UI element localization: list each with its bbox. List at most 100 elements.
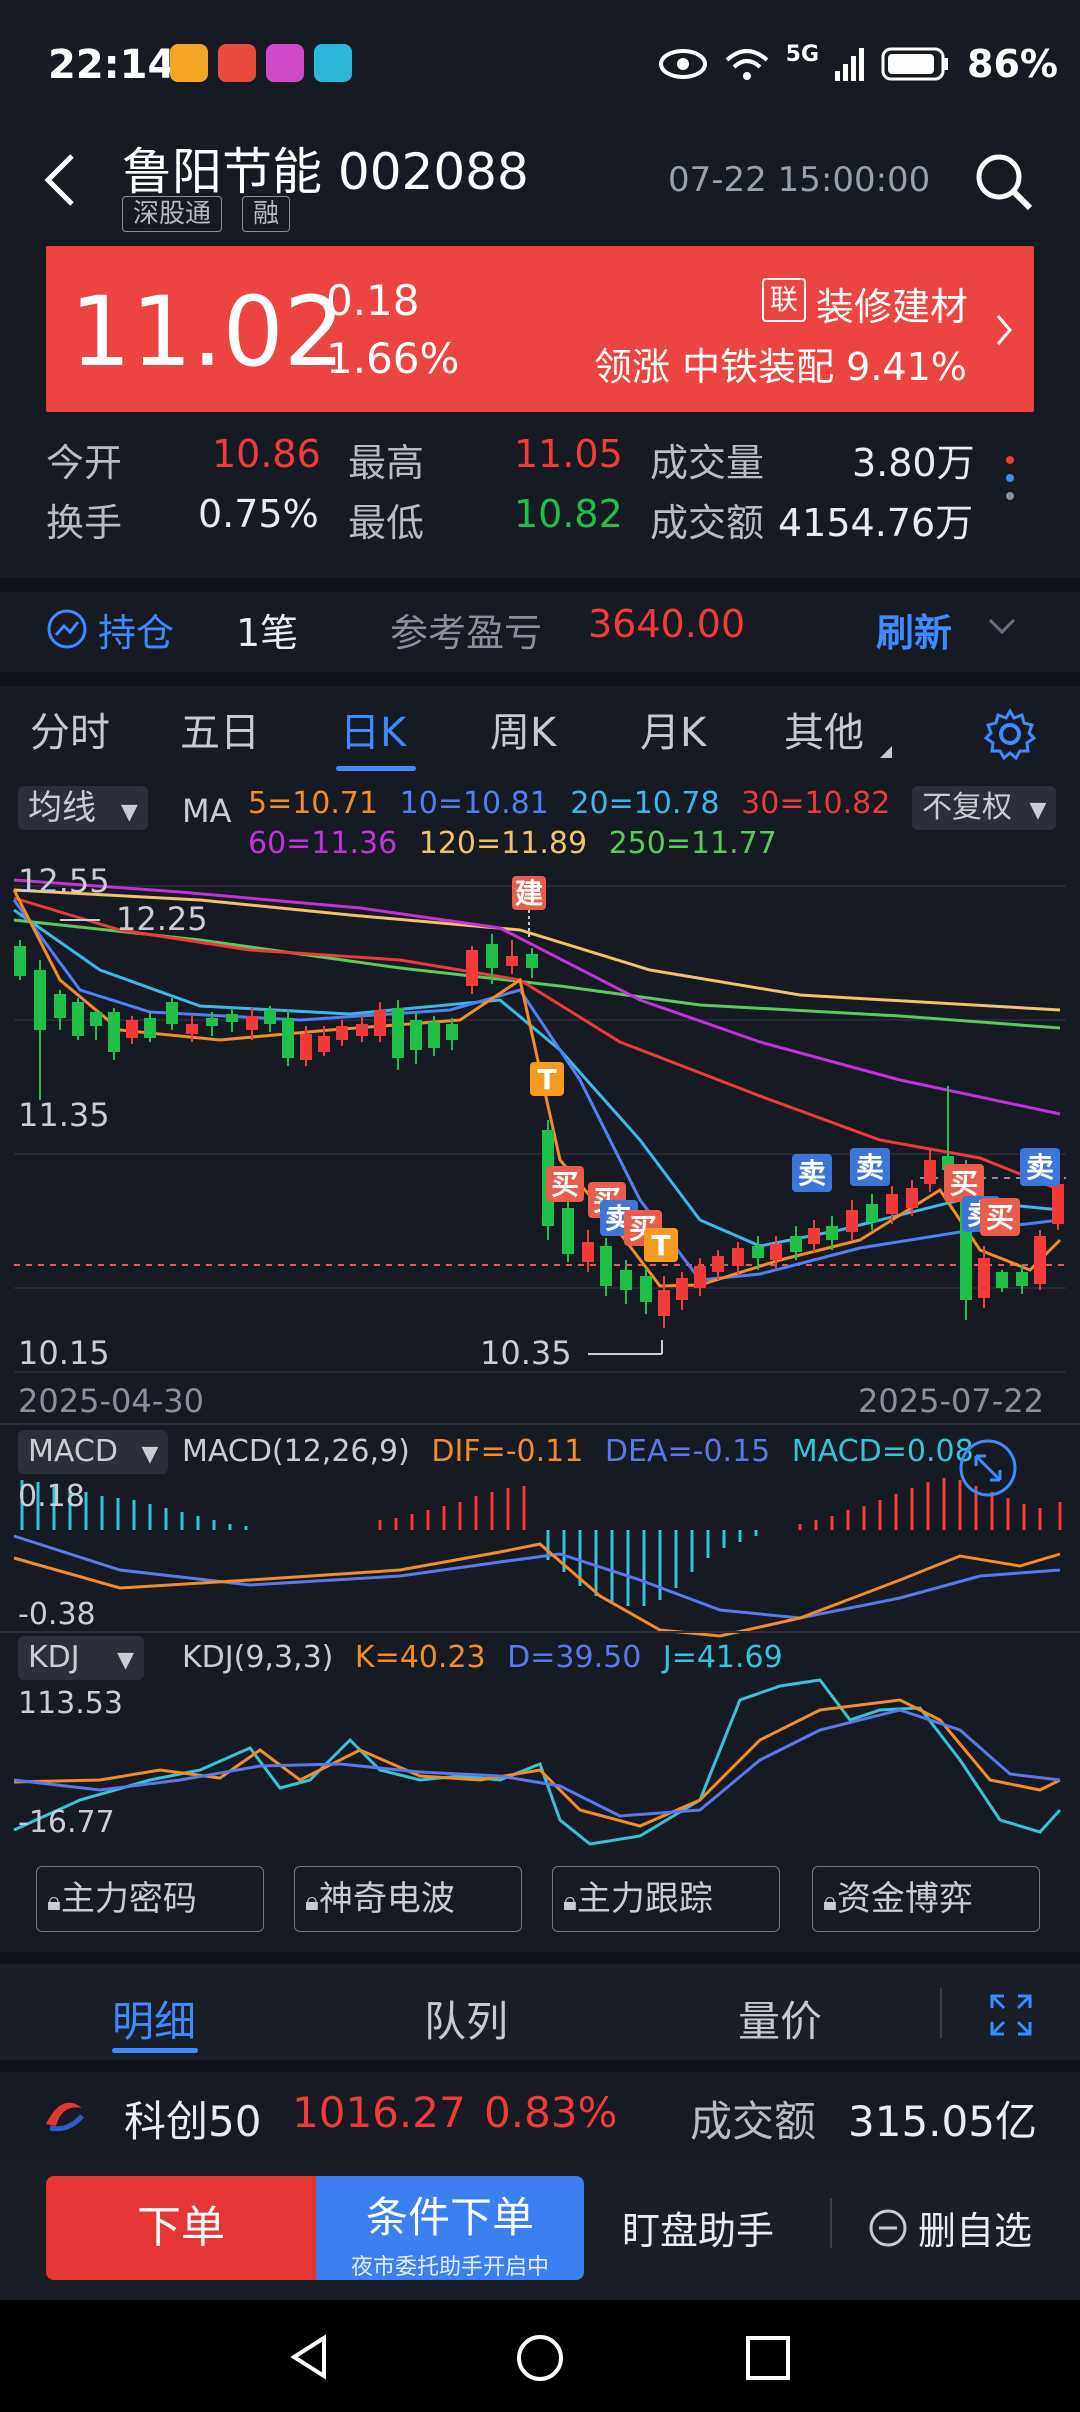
ma60-value: 60=11.36: [248, 826, 398, 861]
gear-icon[interactable]: [984, 708, 1036, 760]
pnl-label: 参考盈亏: [390, 611, 543, 655]
main-force-tracking-button[interactable]: 🔒︎主力跟踪: [552, 1866, 780, 1932]
ma10-value: 10=10.81: [399, 786, 549, 821]
tab-weekly-k[interactable]: 周K: [490, 700, 556, 758]
tab-five-day[interactable]: 五日: [180, 700, 260, 758]
kline-tabs: 分时 五日 日K 周K 月K 其他: [0, 700, 1080, 771]
tab-queue[interactable]: 队列: [424, 1988, 508, 2049]
price-low-mark: 10.35: [480, 1334, 572, 1372]
conditional-order-button[interactable]: 条件下单 夜市委托助手开启中: [316, 2176, 584, 2280]
tab-monthly-k[interactable]: 月K: [640, 700, 706, 758]
adjust-label: 不复权: [922, 790, 1012, 825]
stock-name: 鲁阳节能: [122, 143, 322, 201]
macd-axis-top: 0.18: [18, 1479, 85, 1514]
notification-icons: [170, 44, 352, 82]
ma-values-row2: 60=11.36 120=11.89 250=11.77: [248, 826, 777, 861]
kdj-select[interactable]: KDJ ▼: [18, 1636, 145, 1680]
more-dots-icon[interactable]: [1000, 452, 1020, 508]
macd-values: MACD(12,26,9) DIF=-0.11 DEA=-0.15 MACD=0…: [182, 1434, 974, 1469]
t-marker-label: T: [651, 1229, 670, 1262]
stats-grid: 今开 10.86 最高 11.05 成交量 3.80万 换手 0.75% 最低 …: [46, 432, 1046, 545]
holding-bar: 持仓 1笔 参考盈亏 3640.00 刷新: [46, 602, 1046, 662]
price-change-pct: 1.66%: [326, 334, 460, 383]
search-icon[interactable]: [972, 150, 1036, 214]
date-end: 2025-07-22: [858, 1382, 1044, 1420]
chevron-down-icon: ▼: [117, 1648, 135, 1673]
turnover-value: 0.75%: [198, 492, 319, 536]
ma-values-row1: 5=10.71 10=10.81 20=10.78 30=10.82: [248, 786, 890, 821]
sell-marker-label: 卖: [798, 1157, 826, 1190]
minus-circle-icon: [869, 2209, 907, 2246]
back-arrow-icon[interactable]: [40, 150, 80, 210]
holding-label[interactable]: 持仓: [98, 602, 174, 657]
chevron-down-icon: ▼: [141, 1442, 159, 1467]
main-force-code-button[interactable]: 🔒︎主力密码: [36, 1866, 264, 1932]
magic-wave-button[interactable]: 🔒︎神奇电波: [294, 1866, 522, 1932]
sector-tag: 联: [762, 278, 806, 322]
ma5-value: 5=10.71: [248, 786, 379, 821]
macd-value: MACD=0.08: [791, 1434, 974, 1469]
buy-marker-label: 买: [986, 1201, 1014, 1234]
fullscreen-icon[interactable]: [988, 1992, 1034, 2038]
kdj-axis-bottom: -16.77: [18, 1805, 115, 1840]
index-amount-label: 成交额: [690, 2097, 817, 2146]
ma-select[interactable]: 均线 ▼: [18, 786, 148, 830]
remove-watchlist-button[interactable]: 删自选: [868, 2200, 1032, 2255]
high-label: 最高: [348, 441, 425, 485]
chevron-down-icon: ▼: [120, 800, 138, 825]
chevron-right-icon[interactable]: [994, 312, 1014, 348]
eye-icon: [658, 49, 707, 79]
trend-circle-icon: [47, 609, 87, 649]
order-button[interactable]: 下单: [46, 2176, 316, 2280]
lock-icon: 🔒︎: [823, 1887, 837, 1917]
macd-select[interactable]: MACD ▼: [18, 1430, 169, 1474]
refresh-button[interactable]: 刷新: [876, 602, 952, 657]
battery-level: 86%: [967, 42, 1058, 86]
triangle-corner-icon: [880, 746, 892, 758]
battery-icon: [881, 47, 949, 81]
app-notification-icon: [218, 44, 256, 82]
kdj-j: J=41.69: [662, 1640, 783, 1675]
status-right: 5G 86%: [658, 42, 1058, 86]
sector-name[interactable]: 装修建材: [816, 276, 968, 331]
ma30-line: [13, 896, 1061, 1192]
tab-detail[interactable]: 明细: [112, 1988, 196, 2049]
low-value: 10.82: [514, 492, 623, 536]
ma120-value: 120=11.89: [418, 826, 588, 861]
chevron-down-icon: ▼: [1029, 798, 1047, 823]
build-marker-label: 建: [515, 877, 543, 910]
monitor-assistant-button[interactable]: 盯盘助手: [622, 2200, 774, 2255]
tab-intraday[interactable]: 分时: [30, 700, 110, 758]
date-start: 2025-04-30: [18, 1382, 204, 1420]
kdj-d: D=39.50: [507, 1640, 642, 1675]
app-notification-icon: [314, 44, 352, 82]
stock-code: 002088: [337, 143, 529, 201]
index-logo-icon: [46, 2102, 84, 2132]
fund-game-button[interactable]: 🔒︎资金博弈: [812, 1866, 1040, 1932]
high-value: 11.05: [514, 432, 623, 476]
tab-volume-price[interactable]: 量价: [738, 1988, 822, 2049]
chevron-down-icon[interactable]: [986, 616, 1018, 638]
kdj-axis-top: 113.53: [18, 1686, 123, 1721]
nav-home-icon[interactable]: [514, 2332, 566, 2384]
nav-back-icon[interactable]: [284, 2332, 334, 2382]
index-pct: 0.83%: [484, 2088, 618, 2137]
feature-label: 资金博弈: [836, 1879, 973, 1919]
t-marker-label: T: [537, 1063, 556, 1096]
ma20-value: 20=10.78: [570, 786, 720, 821]
tab-other[interactable]: 其他: [784, 700, 864, 758]
action-separator: [830, 2198, 832, 2248]
last-price: 11.02: [70, 276, 345, 388]
macd-dea-line: [13, 1534, 1061, 1620]
expand-circle-icon[interactable]: [958, 1438, 1018, 1498]
adjust-select[interactable]: 不复权 ▼: [912, 786, 1057, 830]
ma30-value: 30=10.82: [741, 786, 891, 821]
kline-chart[interactable]: 建 T 买 买 卖 买 T 卖 卖 买 卖 买 卖 12.55 12.25 11…: [0, 780, 1080, 1855]
kdj-values: KDJ(9,3,3) K=40.23 D=39.50 J=41.69: [182, 1640, 783, 1675]
index-ticker[interactable]: 科创50 1016.27 0.83% 成交额 315.05亿: [0, 2068, 1080, 2158]
section-divider: [0, 1952, 1080, 1964]
tab-daily-k[interactable]: 日K: [340, 700, 406, 758]
nav-recents-icon[interactable]: [744, 2334, 792, 2382]
sell-marker-label: 卖: [1026, 1151, 1054, 1184]
macd-histogram: [20, 1478, 1062, 1606]
